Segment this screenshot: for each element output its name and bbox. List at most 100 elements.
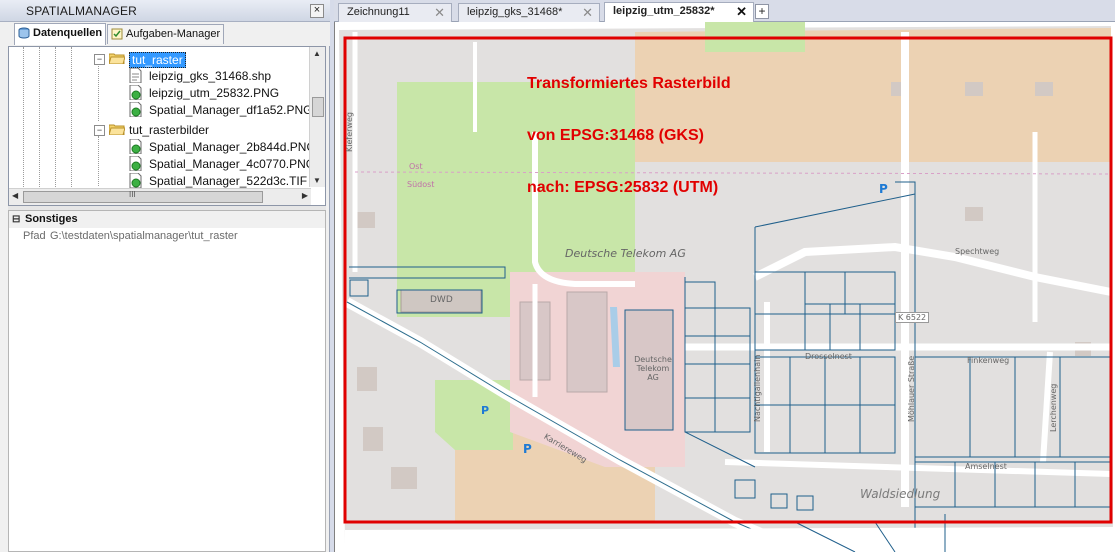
road-number-label: K 6522 xyxy=(895,312,930,323)
scroll-thumb[interactable] xyxy=(312,97,324,117)
database-icon xyxy=(18,27,30,39)
scroll-right-arrow-icon[interactable]: ▶ xyxy=(302,191,308,200)
scroll-up-arrow-icon[interactable]: ▲ xyxy=(313,49,321,58)
collapse-toggle[interactable]: − xyxy=(94,125,105,136)
task-list-icon xyxy=(111,28,123,40)
building xyxy=(357,367,377,391)
tab-aufgaben-manager-label: Aufgaben-Manager xyxy=(126,28,221,40)
district-label: Ost xyxy=(409,162,423,171)
street-label: Spechtweg xyxy=(955,247,1000,256)
property-category[interactable]: ⊟ Sonstiges xyxy=(9,211,325,228)
building xyxy=(355,212,375,228)
tree-item-file[interactable]: Spatial_Manager_df1a52.PNG xyxy=(129,102,319,119)
close-icon[interactable]: ✕ xyxy=(434,4,445,21)
tree-item-file[interactable]: leipzig_gks_31468.shp xyxy=(129,68,319,85)
scroll-down-arrow-icon[interactable]: ▼ xyxy=(313,176,321,185)
folder-open-icon xyxy=(109,124,125,135)
datasource-tree[interactable]: − tut_raster leipzig_gks_31468.shp leipz… xyxy=(8,46,326,206)
tab-aufgaben-manager[interactable]: Aufgaben-Manager xyxy=(107,24,224,44)
scroll-left-arrow-icon[interactable]: ◀ xyxy=(12,191,18,200)
raster-file-icon xyxy=(129,173,142,188)
folder-open-icon xyxy=(109,53,125,64)
building xyxy=(965,82,983,96)
tab-datenquellen-label: Datenquellen xyxy=(33,27,103,39)
street-label: Drosselnest xyxy=(805,352,852,361)
tab-leipzig-utm[interactable]: leipzig_utm_25832* ✕ xyxy=(604,2,754,23)
raster-file-icon xyxy=(129,156,142,171)
annotation-source-crs: von EPSG:31468 (GKS) xyxy=(527,127,704,144)
add-tab-button[interactable]: + xyxy=(755,4,769,19)
annotation-target-crs: nach: EPSG:25832 (UTM) xyxy=(527,179,719,196)
properties-panel: ⊟ Sonstiges Pfad G:\testdaten\spatialman… xyxy=(8,210,326,552)
property-value: G:\testdaten\spatialmanager\tut_raster xyxy=(50,230,238,242)
document-tabs: Zeichnung11 ✕ leipzig_gks_31468* ✕ leipz… xyxy=(334,0,1115,23)
tree-item-label: tut_raster xyxy=(129,52,186,68)
building-label-dwd: DWD xyxy=(430,295,453,305)
tree-guide-line xyxy=(98,61,99,121)
parking-icon: P xyxy=(481,404,490,417)
annotation-title: Transformiertes Rasterbild xyxy=(527,75,731,92)
close-icon[interactable]: ✕ xyxy=(582,4,593,21)
palette-tabs: Datenquellen Aufgaben-Manager xyxy=(0,22,330,46)
poi-label: Deutsche Telekom AG xyxy=(565,247,686,260)
street-label: Lerchenweg xyxy=(1049,383,1058,432)
spatialmanager-palette: SPATIALMANAGER × Datenquellen Aufgaben-M… xyxy=(0,0,330,552)
tab-datenquellen[interactable]: Datenquellen xyxy=(14,23,106,45)
building-label: Deutsche Telekom AG xyxy=(634,355,672,382)
palette-title: SPATIALMANAGER xyxy=(26,4,138,18)
tree-horizontal-scrollbar[interactable]: ◀ III ▶ xyxy=(9,188,311,205)
tab-zeichnung11[interactable]: Zeichnung11 ✕ xyxy=(338,3,452,22)
building xyxy=(566,291,608,393)
tab-label: leipzig_gks_31468* xyxy=(467,6,563,18)
parking-icon: P xyxy=(523,442,532,456)
tree-item-file[interactable]: Spatial_Manager_4c0770.PNG xyxy=(129,156,319,173)
palette-close-button[interactable]: × xyxy=(310,4,324,18)
tree-item-tut-raster[interactable]: − tut_raster xyxy=(89,51,309,68)
tree-vertical-scrollbar[interactable]: ▲ ▼ xyxy=(309,47,325,187)
tree-item-label: tut_rasterbilder xyxy=(129,123,210,137)
parking-icon: P xyxy=(879,182,888,196)
raster-file-icon xyxy=(129,85,142,100)
property-key: Pfad xyxy=(23,230,46,242)
building xyxy=(391,467,417,489)
tab-label: Zeichnung11 xyxy=(347,6,410,18)
street-label: Finkenweg xyxy=(967,356,1010,365)
property-row[interactable]: Pfad G:\testdaten\spatialmanager\tut_ras… xyxy=(9,228,325,244)
tree-item-file[interactable]: Spatial_Manager_2b844d.PNG xyxy=(129,139,319,156)
scroll-thumb[interactable] xyxy=(23,191,263,203)
street-label: Amselnest xyxy=(965,462,1007,471)
tree-item-label: Spatial_Manager_df1a52.PNG xyxy=(149,103,313,117)
tree-item-label: Spatial_Manager_4c0770.PNG xyxy=(149,157,316,171)
tree-item-label: Spatial_Manager_2b844d.PNG xyxy=(149,140,316,154)
shapefile-icon xyxy=(129,68,142,83)
property-category-label: Sonstiges xyxy=(25,213,78,225)
drawing-viewport[interactable]: Kieferweg Spechtweg Finkenweg Drosselnes… xyxy=(334,22,1115,552)
tree-guide-line xyxy=(55,47,56,187)
palette-title-bar: SPATIALMANAGER × xyxy=(0,0,330,22)
tree-guide-line xyxy=(39,47,40,187)
building xyxy=(1035,82,1053,96)
scroll-grip: III xyxy=(129,190,136,199)
tree-item-file[interactable]: leipzig_utm_25832.PNG xyxy=(129,85,319,102)
tab-label: leipzig_utm_25832* xyxy=(613,5,715,17)
raster-file-icon xyxy=(129,102,142,117)
tree-item-tut-rasterbilder[interactable]: − tut_rasterbilder xyxy=(89,122,309,139)
building xyxy=(363,427,383,451)
tree-item-label: leipzig_gks_31468.shp xyxy=(149,69,272,83)
raster-map-image xyxy=(339,22,1113,552)
tree-guide-line xyxy=(98,136,99,186)
collapse-toggle[interactable]: − xyxy=(94,54,105,65)
tree-guide-line xyxy=(23,47,24,187)
street-label: Möhlauer Straße xyxy=(907,355,916,422)
tree-guide-line xyxy=(71,47,72,187)
tree-item-label: leipzig_utm_25832.PNG xyxy=(149,86,280,100)
tab-leipzig-gks[interactable]: leipzig_gks_31468* ✕ xyxy=(458,3,600,22)
street-label: Nachtigallenhain xyxy=(753,354,762,422)
raster-file-icon xyxy=(129,139,142,154)
map-edge xyxy=(345,527,1113,552)
street-label: Kieferweg xyxy=(345,112,354,152)
place-label: Waldsiedlung xyxy=(860,487,941,501)
close-icon[interactable]: ✕ xyxy=(736,3,747,20)
collapse-icon[interactable]: ⊟ xyxy=(12,214,20,225)
district-label: Südost xyxy=(407,180,435,189)
